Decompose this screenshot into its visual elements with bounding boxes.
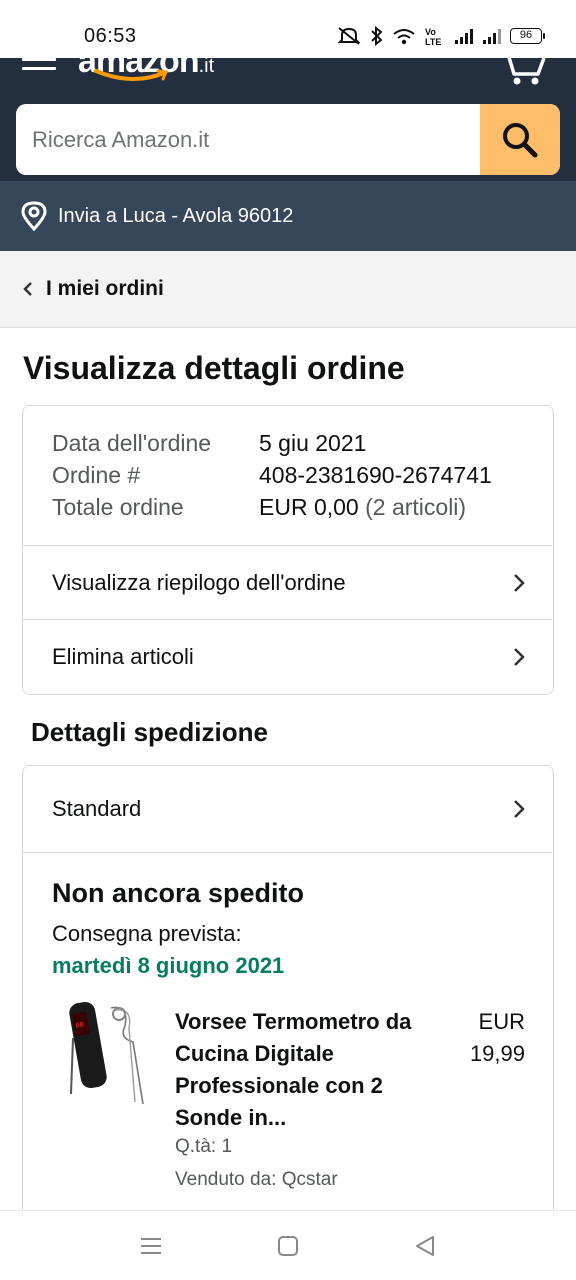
search-button[interactable] [480,104,560,175]
svg-text:LTE: LTE [425,37,441,46]
order-info-card: Data dell'ordine 5 giu 2021 Ordine # 408… [22,405,554,695]
home-icon[interactable] [277,1235,299,1257]
chevron-right-icon [514,573,525,592]
location-pin-icon [21,201,47,231]
amazon-logo[interactable]: amazon.it [78,42,228,86]
battery-icon: 96 [510,28,545,44]
search-input[interactable] [16,104,480,175]
recent-apps-icon[interactable] [140,1235,162,1257]
breadcrumb-my-orders[interactable]: I miei ordini [46,277,164,301]
delete-items-link[interactable]: Elimina articoli [23,619,552,693]
volte-icon: Vo LTE [425,27,441,46]
chevron-left-icon [23,282,32,296]
product-seller: Venduto da: Qcstar [175,1169,338,1190]
back-icon[interactable] [414,1235,436,1257]
deliver-to-bar[interactable]: Invia a Luca - Avola 96012 [0,181,576,251]
menu-icon[interactable] [22,58,56,78]
expected-delivery-date: martedì 8 giugno 2021 [52,953,285,978]
svg-text:88: 88 [75,1021,85,1030]
order-number-value: 408-2381690-2674741 [259,462,492,488]
smile-arrow-icon [94,69,169,82]
product-price-currency: EUR [478,1009,525,1034]
product-image[interactable]: 88 [67,998,151,1108]
page-title: Visualizza dettagli ordine [23,350,405,386]
shipping-section-title: Dettagli spedizione [31,717,268,747]
order-total-amount: EUR 0,00 [259,494,359,520]
order-date-value: 5 giu 2021 [259,430,367,456]
order-total-label: Totale ordine [52,494,184,520]
order-number-label: Ordine # [52,462,141,488]
delete-items-label: Elimina articoli [52,643,194,669]
expected-delivery-label: Consegna prevista: [52,921,242,946]
search-bar [16,104,560,175]
amazon-header: amazon.it [0,42,576,181]
deliver-to-label: Invia a Luca - Avola 96012 [58,204,294,227]
system-navigation-bar [0,1210,576,1280]
cart-icon[interactable] [498,52,546,86]
product-quantity: Q.tà: 1 [175,1136,233,1157]
shipping-method-row[interactable]: Standard [23,766,552,853]
breadcrumb[interactable]: I miei ordini [0,251,576,328]
logo-tld: .it [198,55,215,77]
shipment-status: Non ancora spedito [52,878,305,908]
product-price-value: 19,99 [469,1041,525,1066]
bluetooth-icon [371,26,383,46]
order-total-items: (2 articoli) [365,494,467,520]
signal-icon [455,29,473,44]
order-date-label: Data dell'ordine [52,430,212,456]
view-order-summary-label: Visualizza riepilogo dell'ordine [52,569,346,595]
search-icon [503,122,538,157]
signal-icon [483,29,501,44]
shipping-method-label: Standard [52,796,142,821]
product-price: EUR 19,99 [470,1006,525,1070]
chevron-right-icon [514,647,525,666]
view-order-summary-link[interactable]: Visualizza riepilogo dell'ordine [23,545,552,619]
product-title[interactable]: Vorsee Termometro da Cucina Digitale Pro… [175,1006,415,1134]
order-total-value: EUR 0,00 (2 articoli) [259,494,466,521]
shipment-card: Standard Non ancora spedito Consegna pre… [22,765,554,1235]
wifi-icon [393,29,415,45]
chevron-right-icon [514,800,525,818]
mute-icon [337,27,361,45]
status-icons: Vo LTE 96 [336,26,545,46]
svg-text:Vo: Vo [425,27,436,37]
